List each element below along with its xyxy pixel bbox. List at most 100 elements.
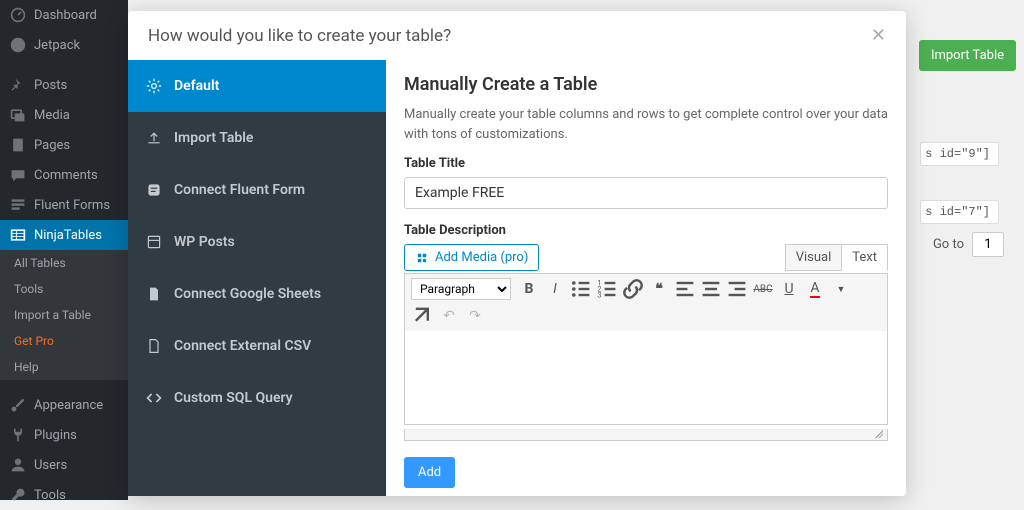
file-icon	[146, 338, 162, 354]
menu-fluent-forms[interactable]: Fluent Forms	[0, 190, 128, 220]
dashboard-icon	[10, 7, 26, 23]
pin-icon	[10, 77, 26, 93]
menu-media[interactable]: Media	[0, 100, 128, 130]
quote-button[interactable]: ❝	[647, 277, 671, 301]
menu-tools[interactable]: Tools	[0, 480, 128, 510]
menu-comments[interactable]: Comments	[0, 160, 128, 190]
table-title-input[interactable]	[404, 177, 888, 209]
shortcode-2: s id="7"]	[920, 200, 999, 224]
add-media-button[interactable]: Add Media (pro)	[404, 244, 539, 271]
option-default[interactable]: Default	[128, 60, 386, 112]
underline-button[interactable]: U	[777, 277, 801, 301]
user-icon	[10, 457, 26, 473]
media-icon	[415, 251, 429, 265]
sub-tools[interactable]: Tools	[0, 276, 128, 302]
code-icon	[146, 390, 162, 406]
menu-label: Users	[34, 458, 67, 473]
menu-label: NinjaTables	[34, 228, 102, 243]
menu-label: Plugins	[34, 428, 77, 443]
description-editor[interactable]	[404, 331, 888, 425]
menu-label: Comments	[34, 168, 98, 183]
sub-all-tables[interactable]: All Tables	[0, 250, 128, 276]
bold-button[interactable]: B	[517, 277, 541, 301]
jetpack-icon	[10, 37, 26, 53]
menu-jetpack[interactable]: Jetpack	[0, 30, 128, 60]
option-label: Connect Fluent Form	[174, 182, 305, 198]
menu-label: Jetpack	[34, 38, 80, 53]
brush-icon	[10, 397, 26, 413]
redo-button[interactable]: ↷	[463, 304, 487, 328]
create-table-modal: How would you like to create your table?…	[128, 11, 906, 496]
wrench-icon	[10, 487, 26, 503]
option-google-sheets[interactable]: Connect Google Sheets	[128, 268, 386, 320]
modal-close-button[interactable]: ✕	[871, 25, 886, 46]
upload-icon	[146, 130, 162, 146]
number-list-button[interactable]: 123	[595, 277, 619, 301]
goto-label: Go to	[933, 237, 964, 252]
add-media-label: Add Media (pro)	[435, 250, 528, 265]
menu-posts[interactable]: Posts	[0, 70, 128, 100]
option-import[interactable]: Import Table	[128, 112, 386, 164]
table-icon	[10, 227, 26, 243]
option-sql[interactable]: Custom SQL Query	[128, 372, 386, 424]
menu-ninjatables[interactable]: NinjaTables	[0, 220, 128, 250]
menu-label: Appearance	[34, 398, 103, 413]
bullet-list-button[interactable]	[569, 277, 593, 301]
clear-format-button[interactable]	[411, 304, 435, 328]
comment-icon	[10, 167, 26, 183]
sub-get-pro[interactable]: Get Pro	[0, 328, 128, 354]
content-heading: Manually Create a Table	[404, 74, 888, 95]
menu-label: Media	[34, 108, 70, 123]
option-fluent-form[interactable]: Connect Fluent Form	[128, 164, 386, 216]
gear-icon	[146, 78, 162, 94]
option-label: Connect Google Sheets	[174, 286, 321, 302]
color-dropdown-button[interactable]: ▼	[829, 277, 853, 301]
text-color-button[interactable]: A	[803, 277, 827, 301]
menu-dashboard[interactable]: Dashboard	[0, 0, 128, 30]
option-label: Import Table	[174, 130, 253, 146]
option-external-csv[interactable]: Connect External CSV	[128, 320, 386, 372]
menu-label: Pages	[34, 138, 70, 153]
wp-admin-sidebar: Dashboard Jetpack Posts Media Pages Comm…	[0, 0, 128, 500]
menu-pages[interactable]: Pages	[0, 130, 128, 160]
menu-users[interactable]: Users	[0, 450, 128, 480]
undo-button[interactable]: ↶	[437, 304, 461, 328]
form-icon	[146, 182, 162, 198]
align-left-button[interactable]	[673, 277, 697, 301]
plug-icon	[10, 427, 26, 443]
menu-label: Fluent Forms	[34, 198, 110, 213]
align-center-button[interactable]	[699, 277, 723, 301]
tab-text[interactable]: Text	[841, 244, 888, 271]
menu-plugins[interactable]: Plugins	[0, 420, 128, 450]
media-icon	[10, 107, 26, 123]
link-button[interactable]	[621, 277, 645, 301]
option-label: Custom SQL Query	[174, 390, 293, 406]
align-right-button[interactable]	[725, 277, 749, 301]
modal-content: Manually Create a Table Manually create …	[386, 60, 906, 496]
modal-title: How would you like to create your table?	[148, 26, 451, 46]
editor-resize-handle[interactable]	[404, 429, 888, 441]
page-icon	[10, 137, 26, 153]
format-select[interactable]: Paragraph	[411, 278, 511, 300]
submenu-ninjatables: All Tables Tools Import a Table Get Pro …	[0, 250, 128, 380]
sub-help[interactable]: Help	[0, 354, 128, 380]
sub-import[interactable]: Import a Table	[0, 302, 128, 328]
option-wp-posts[interactable]: WP Posts	[128, 216, 386, 268]
import-table-button[interactable]: Import Table	[919, 40, 1016, 71]
editor-tabs: Visual Text	[785, 244, 888, 271]
menu-appearance[interactable]: Appearance	[0, 390, 128, 420]
strikethrough-button[interactable]: ABC	[751, 277, 775, 301]
editor-toolbar-row2: ↶ ↷	[404, 304, 888, 331]
add-button[interactable]: Add	[404, 457, 455, 488]
goto-input[interactable]	[972, 232, 1004, 257]
italic-button[interactable]: I	[543, 277, 567, 301]
content-description: Manually create your table columns and r…	[404, 105, 888, 144]
pagination-goto: Go to	[933, 232, 1004, 257]
menu-label: Dashboard	[34, 8, 97, 23]
posts-icon	[146, 234, 162, 250]
modal-sidebar: Default Import Table Connect Fluent Form…	[128, 60, 386, 496]
menu-label: Posts	[34, 78, 67, 93]
shortcode-1: s id="9"]	[920, 142, 999, 166]
tab-visual[interactable]: Visual	[785, 244, 842, 271]
option-label: Default	[174, 78, 219, 94]
